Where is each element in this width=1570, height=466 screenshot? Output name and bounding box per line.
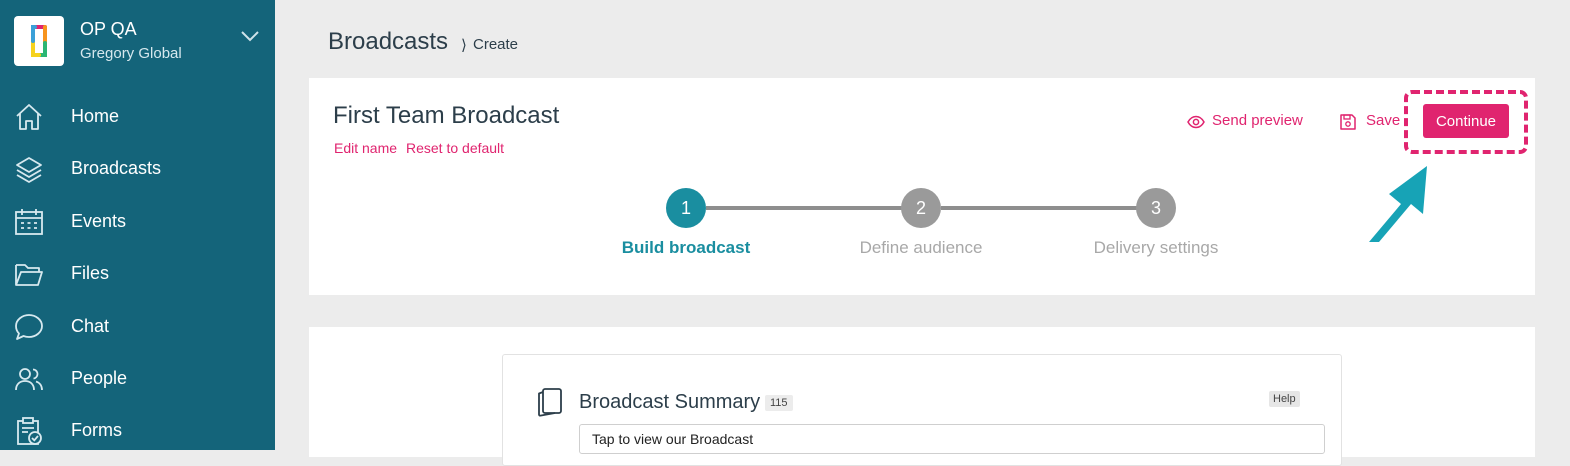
chat-bubble-icon xyxy=(15,314,43,340)
broadcast-content-card: Broadcast Summary 115 Help xyxy=(309,327,1535,466)
org-subtitle: Gregory Global xyxy=(80,45,182,62)
breadcrumb-separator: ⟩ xyxy=(461,37,467,54)
org-name: OP QA xyxy=(80,19,137,39)
app-logo xyxy=(14,16,64,66)
stepper-connector xyxy=(706,206,921,210)
sidebar-item-label: Broadcasts xyxy=(71,158,162,178)
breadcrumb-current: Create xyxy=(473,36,519,53)
step-3-circle[interactable]: 3 xyxy=(1136,188,1176,228)
continue-button[interactable]: Continue xyxy=(1423,104,1509,138)
people-icon xyxy=(15,368,43,391)
sidebar-item-label: Home xyxy=(71,106,120,126)
calendar-icon xyxy=(15,209,43,235)
arrow-pointer-icon xyxy=(1369,166,1427,242)
sidebar-item-label: Forms xyxy=(71,420,122,440)
sidebar-item-forms[interactable]: Forms xyxy=(0,408,275,454)
chevron-down-icon[interactable] xyxy=(240,30,260,42)
sidebar: OP QA Gregory Global Home Broadcasts Eve… xyxy=(0,0,275,450)
save-label: Save xyxy=(1366,112,1401,129)
card-stack-icon xyxy=(538,388,562,417)
sidebar-item-files[interactable]: Files xyxy=(0,251,275,297)
step-2-label[interactable]: Define audience xyxy=(811,238,1031,258)
broadcast-header-card: First Team Broadcast Edit name Reset to … xyxy=(309,78,1535,295)
reset-to-default-link[interactable]: Reset to default xyxy=(406,140,504,156)
broadcast-summary-section: Broadcast Summary 115 Help xyxy=(502,354,1342,466)
sidebar-item-broadcasts[interactable]: Broadcasts xyxy=(0,146,275,192)
home-icon xyxy=(16,104,42,130)
sidebar-item-label: People xyxy=(71,368,128,388)
sidebar-item-label: Files xyxy=(71,263,110,283)
breadcrumb-root[interactable]: Broadcasts xyxy=(328,28,448,56)
save-button[interactable]: Save xyxy=(1339,112,1401,132)
step-3-label[interactable]: Delivery settings xyxy=(1046,238,1266,258)
layers-icon xyxy=(16,157,42,183)
step-1-circle[interactable]: 1 xyxy=(666,188,706,228)
character-count-badge: 115 xyxy=(765,395,793,411)
edit-name-link[interactable]: Edit name xyxy=(334,140,397,156)
send-preview-label: Send preview xyxy=(1212,112,1303,129)
send-preview-button[interactable]: Send preview xyxy=(1187,112,1307,132)
sidebar-item-events[interactable]: Events xyxy=(0,199,275,245)
summary-title: Broadcast Summary xyxy=(579,391,761,413)
sidebar-item-label: Events xyxy=(71,211,127,231)
help-button[interactable]: Help xyxy=(1269,391,1300,407)
sidebar-item-label: Chat xyxy=(71,316,110,336)
stepper-connector xyxy=(941,206,1156,210)
broadcast-name: First Team Broadcast xyxy=(333,102,560,129)
clipboard-check-icon xyxy=(17,417,42,445)
org-switcher[interactable]: OP QA Gregory Global xyxy=(14,16,264,68)
step-1-label[interactable]: Build broadcast xyxy=(576,238,796,258)
folder-icon xyxy=(15,264,43,286)
sidebar-item-home[interactable]: Home xyxy=(0,94,275,140)
floppy-disk-icon xyxy=(1340,114,1356,130)
step-2-circle[interactable]: 2 xyxy=(901,188,941,228)
sidebar-item-chat[interactable]: Chat xyxy=(0,304,275,350)
eye-icon xyxy=(1187,115,1205,129)
sidebar-item-people[interactable]: People xyxy=(0,356,275,402)
